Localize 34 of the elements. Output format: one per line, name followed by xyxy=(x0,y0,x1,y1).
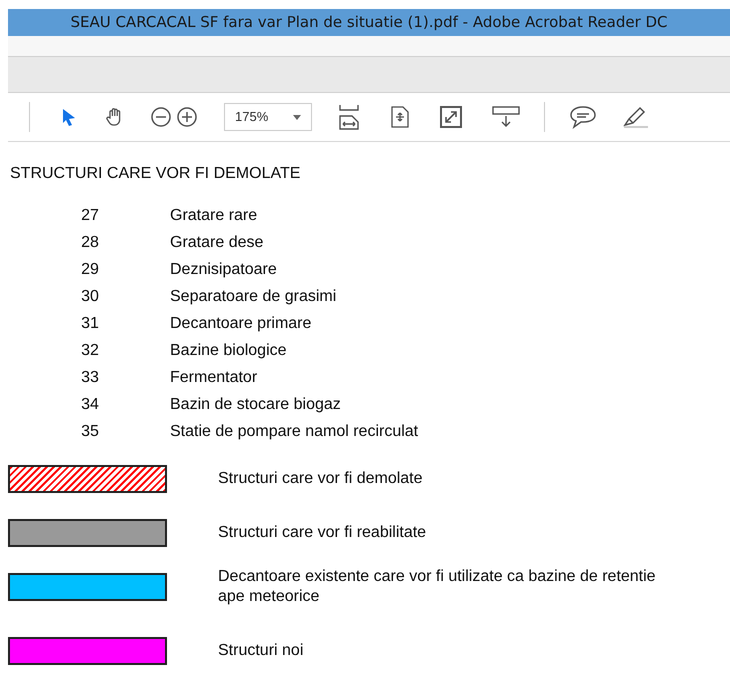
legend-label: Structuri care vor fi demolate xyxy=(218,469,424,489)
legend-label: Decantoare existente care vor fi utilizate ca bazine de retentie ape meteorice xyxy=(218,567,657,607)
zoom-dropdown[interactable]: 175% xyxy=(224,103,312,131)
item-number: 27 xyxy=(80,206,100,226)
legend-label: Structuri care vor fi reabilitate xyxy=(218,523,428,543)
full-screen-icon[interactable] xyxy=(440,106,462,128)
item-number: 28 xyxy=(80,232,100,252)
item-number: 35 xyxy=(80,422,100,442)
title-bar: SEAU CARCACAL SF fara var Plan de situatie (1).pdf - Adobe Acrobat Reader DC xyxy=(8,9,730,36)
item-label: Gratare dese xyxy=(170,232,264,252)
item-number: 32 xyxy=(80,340,100,360)
item-label: Bazine biologice xyxy=(170,340,287,360)
item-label: Bazin de stocare biogaz xyxy=(170,394,341,414)
item-number: 33 xyxy=(80,368,100,388)
caret-icon xyxy=(293,114,301,120)
item-label: Statie de pompare namol recirculat xyxy=(170,422,418,442)
comment-icon[interactable] xyxy=(569,105,597,129)
fit-page-icon[interactable] xyxy=(390,106,410,128)
item-label: Fermentator xyxy=(170,368,258,388)
item-number: 34 xyxy=(80,394,100,414)
legend-label: Structuri noi xyxy=(218,641,304,661)
item-number: 31 xyxy=(80,314,100,334)
item-label: Separatoare de grasimi xyxy=(170,286,336,306)
item-label: Decantoare primare xyxy=(170,314,312,334)
item-label: Gratare rare xyxy=(170,206,258,226)
document-heading: STRUCTURI CARE VOR FI DEMOLATE xyxy=(10,164,302,184)
fit-width-icon[interactable] xyxy=(338,104,360,130)
item-number: 30 xyxy=(80,286,100,306)
highlighter-icon[interactable] xyxy=(621,105,649,129)
zoom-out-icon[interactable] xyxy=(150,106,172,128)
item-label: Deznisipatoare xyxy=(170,260,277,280)
item-number: 29 xyxy=(80,260,100,280)
read-mode-icon[interactable] xyxy=(492,106,520,128)
zoom-in-icon[interactable] xyxy=(176,106,198,128)
